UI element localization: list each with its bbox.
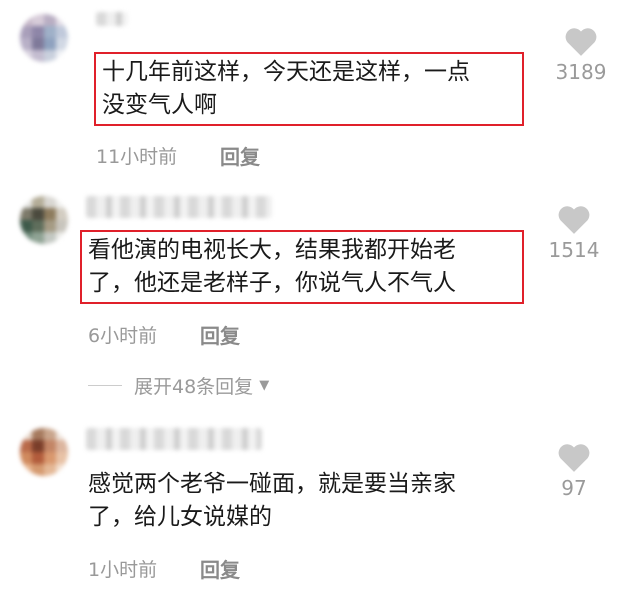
comment-text-line: 了，他还是老样子，你说气人不气人	[88, 270, 456, 296]
avatar[interactable]	[20, 428, 68, 476]
username[interactable]	[86, 428, 262, 450]
comment-time: 6小时前	[88, 325, 158, 347]
comment-time: 1小时前	[88, 559, 158, 581]
comment-text: 看他演的电视长大，结果我都开始老 了，他还是老样子，你说气人不气人	[80, 230, 524, 304]
triangle-down-icon: ▼	[259, 378, 270, 393]
divider	[88, 385, 122, 386]
reply-button[interactable]: 回复	[200, 320, 240, 349]
comment-text: 十几年前这样，今天还是这样，一点 没变气人啊	[94, 52, 524, 126]
avatar[interactable]	[20, 14, 68, 62]
like-count: 3189	[555, 60, 607, 84]
comment-text-line: 没变气人啊	[102, 92, 217, 118]
reply-button[interactable]: 回复	[220, 141, 260, 170]
comment-text-line: 看他演的电视长大，结果我都开始老	[88, 237, 456, 263]
comment-time: 11小时前	[96, 146, 178, 168]
like-count: 97	[561, 476, 587, 500]
username[interactable]	[96, 12, 128, 26]
reply-button[interactable]: 回复	[200, 554, 240, 583]
heart-icon	[558, 206, 590, 234]
like-button[interactable]: 3189	[541, 26, 621, 84]
like-count: 1514	[548, 238, 600, 262]
comment-text-line: 十几年前这样，今天还是这样，一点	[102, 59, 470, 85]
expand-replies-button[interactable]: 展开48条回复 ▼	[88, 372, 269, 399]
expand-replies-label: 展开48条回复	[134, 376, 254, 398]
heart-icon	[565, 28, 597, 56]
avatar[interactable]	[20, 196, 68, 244]
like-button[interactable]: 1514	[534, 204, 614, 262]
comment-text-line: 了，给儿女说媒的	[88, 504, 272, 530]
heart-icon	[558, 444, 590, 472]
comment-text-line: 感觉两个老爷一碰面，就是要当亲家	[88, 471, 456, 497]
like-button[interactable]: 97	[534, 442, 614, 500]
comment-text: 感觉两个老爷一碰面，就是要当亲家 了，给儿女说媒的	[88, 468, 456, 534]
username[interactable]	[86, 196, 272, 218]
